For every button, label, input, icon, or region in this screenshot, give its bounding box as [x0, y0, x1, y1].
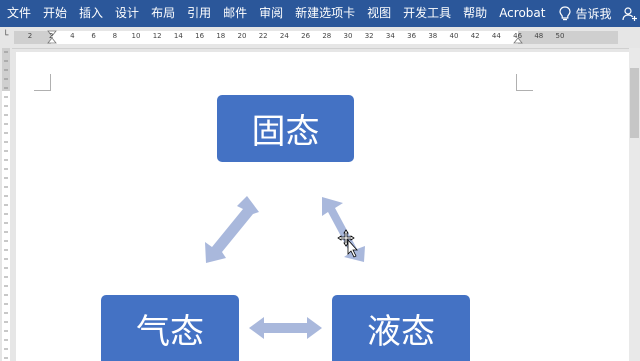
- vertical-scrollbar[interactable]: [629, 48, 640, 361]
- box-solid-state[interactable]: 固态: [217, 95, 354, 162]
- scrollbar-thumb[interactable]: [630, 68, 639, 138]
- diagram-arrows: [205, 196, 365, 339]
- box-gas-state[interactable]: 气态: [101, 295, 239, 361]
- box-liquid-state[interactable]: 液态: [332, 295, 470, 361]
- double-arrow-top-left[interactable]: [205, 196, 259, 263]
- double-arrow-top-right[interactable]: [322, 197, 365, 262]
- double-arrow-bottom[interactable]: [249, 317, 322, 339]
